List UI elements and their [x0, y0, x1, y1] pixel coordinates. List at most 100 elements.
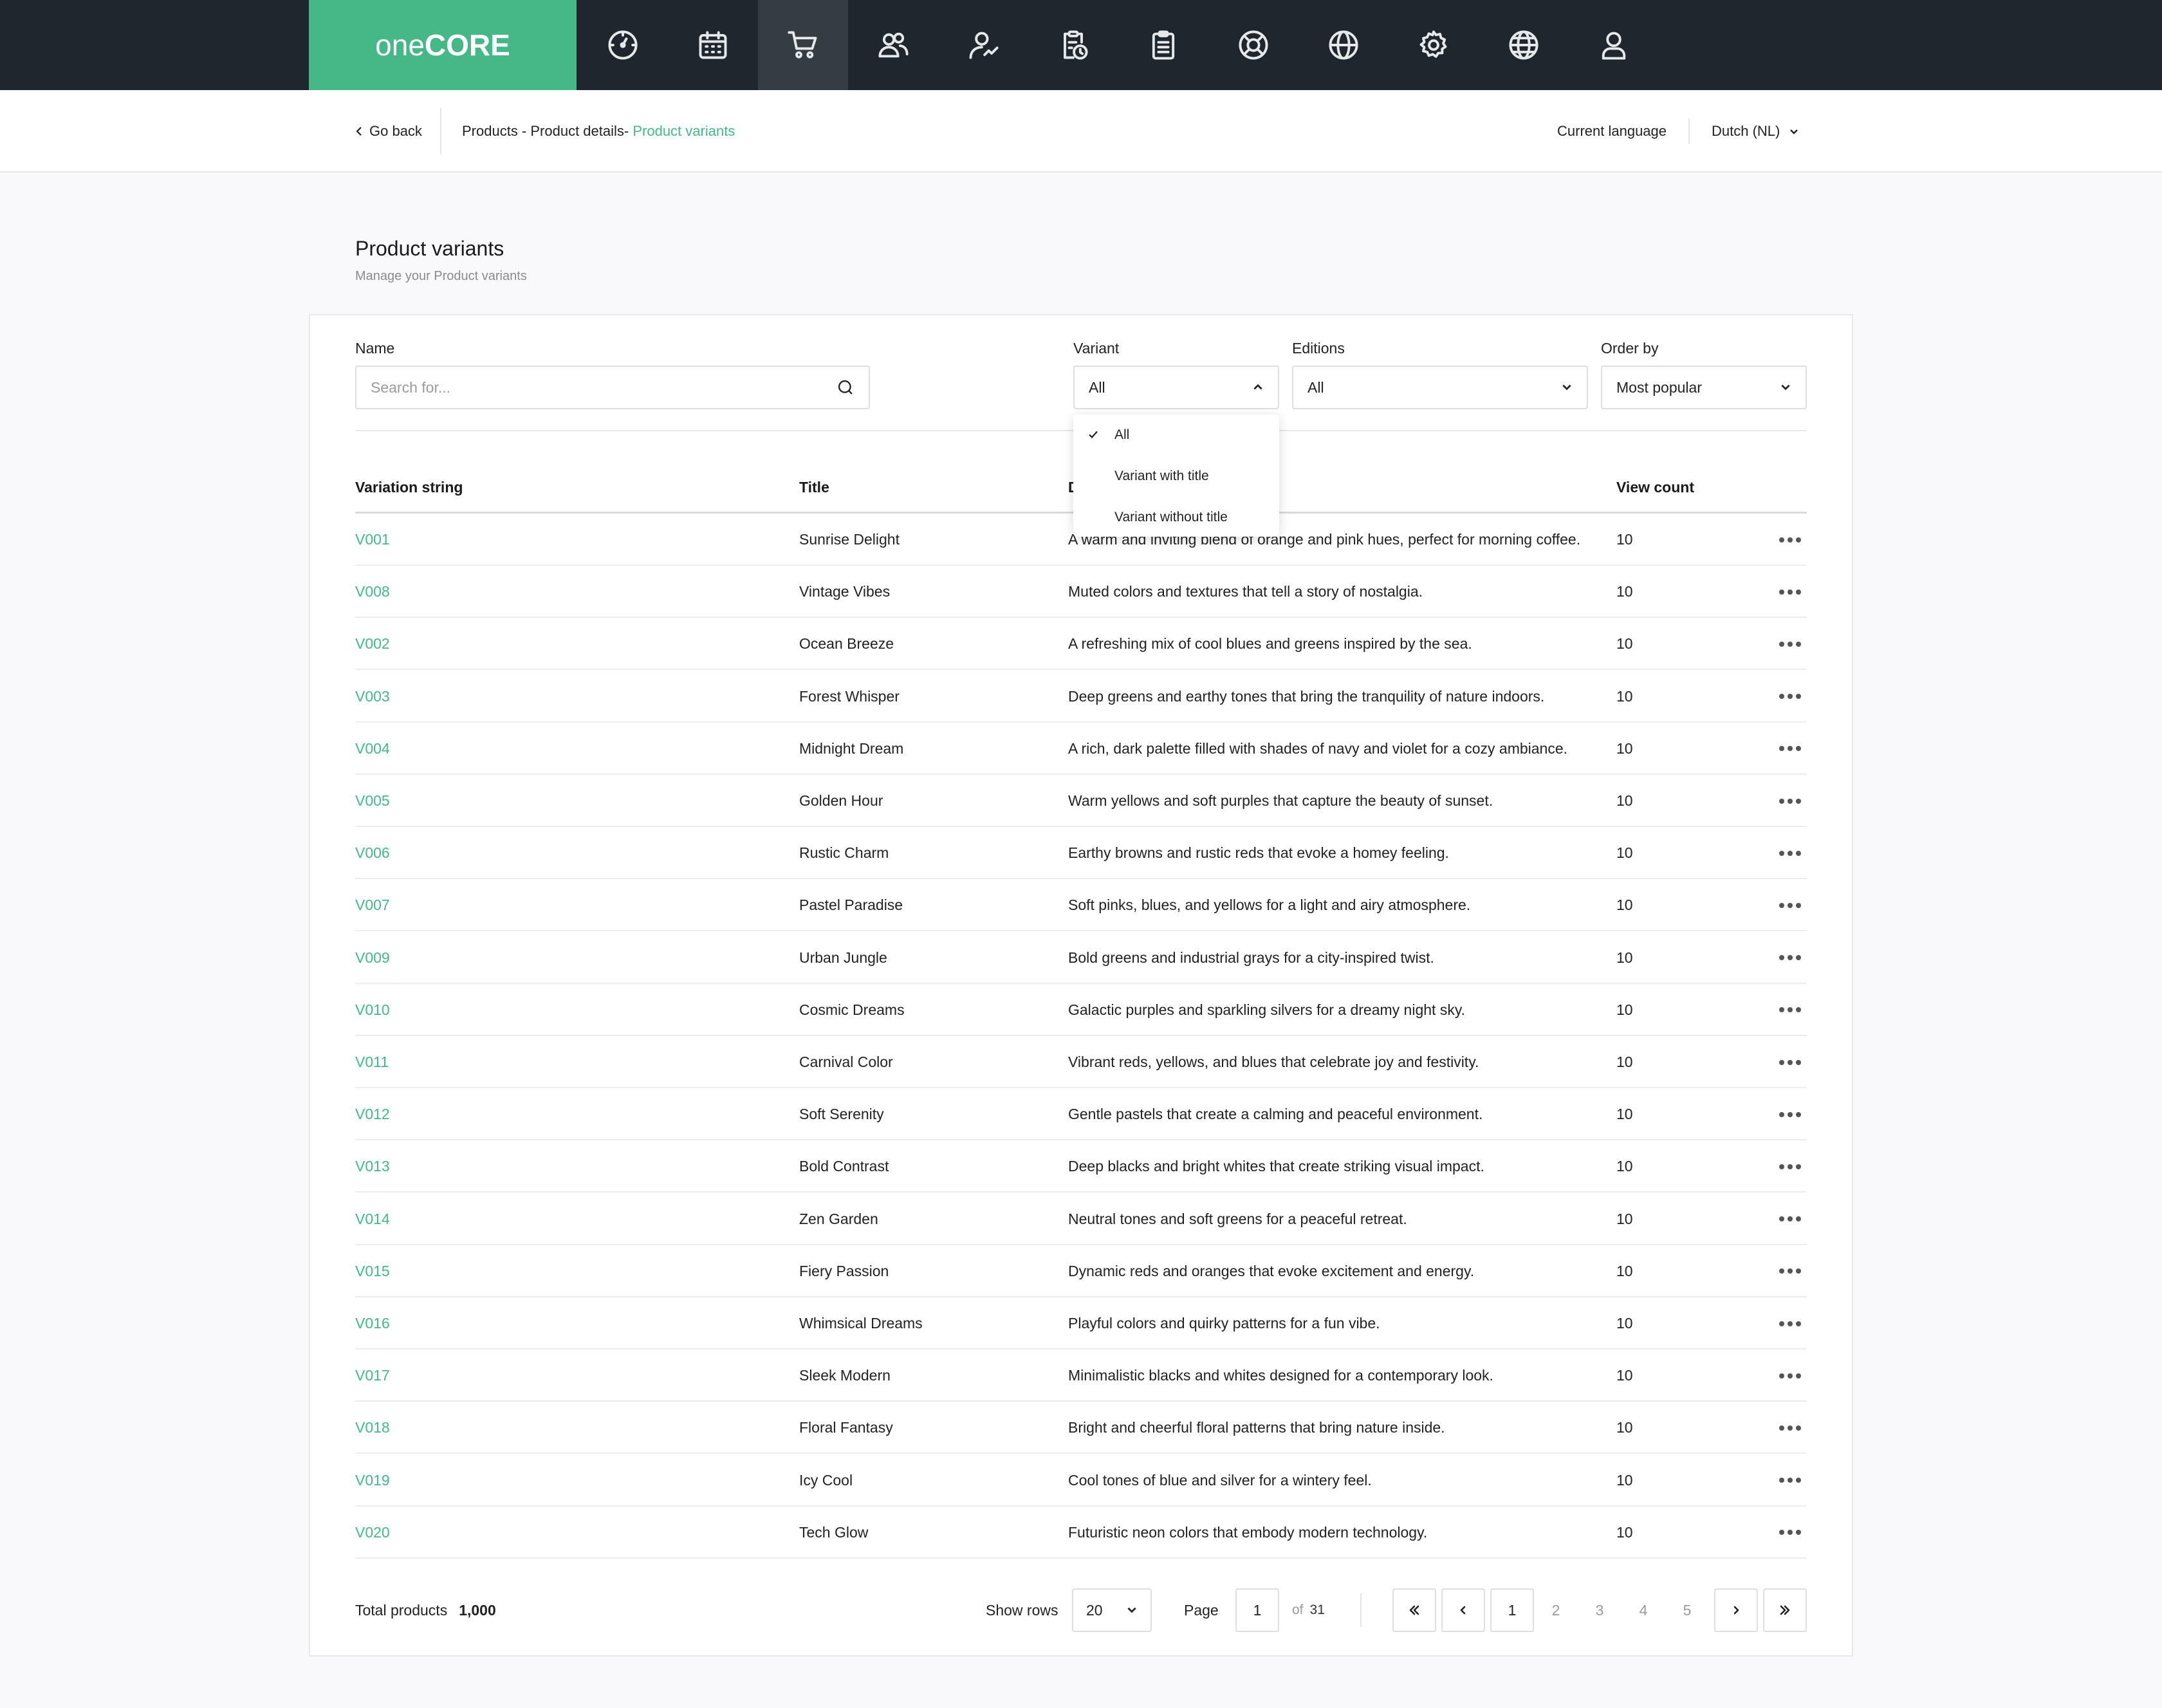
table-row[interactable]: V015 Fiery Passion Dynamic reds and orange…	[355, 1245, 1807, 1297]
variation-string-link[interactable]: V020	[355, 1507, 390, 1559]
table-row[interactable]: V020 Tech Glow Futuristic neon colors that…	[355, 1507, 1807, 1559]
row-description: Warm yellows and soft purples that captu…	[1068, 792, 1493, 809]
row-actions-button[interactable]	[1779, 671, 1802, 723]
nav-planning[interactable]	[1028, 0, 1118, 90]
row-actions-button[interactable]	[1779, 1297, 1802, 1350]
row-actions-button[interactable]	[1779, 1350, 1802, 1402]
page-button-current[interactable]: 1	[1490, 1588, 1534, 1632]
nav-dashboard[interactable]	[578, 0, 668, 90]
variation-string-link[interactable]: V010	[355, 984, 390, 1036]
name-search-field[interactable]: Search for...	[355, 366, 870, 409]
variant-option-without-title[interactable]: Variant without title	[1073, 497, 1279, 538]
next-page-button[interactable]	[1714, 1588, 1758, 1632]
table-row[interactable]: V003 Forest Whisper Deep greens and earthy…	[355, 671, 1807, 723]
page-button[interactable]: 4	[1631, 1588, 1656, 1632]
table-row[interactable]: V004 Midnight Dream A rich, dark palette f…	[355, 723, 1807, 775]
orderby-select[interactable]: Most popular	[1601, 366, 1807, 409]
variant-select[interactable]: All	[1073, 366, 1279, 409]
page-button[interactable]: 2	[1543, 1588, 1569, 1632]
go-back-link[interactable]: Go back	[355, 90, 422, 172]
nav-regions[interactable]	[1479, 0, 1569, 90]
rows-per-page-select[interactable]: 20	[1072, 1588, 1152, 1632]
row-actions-button[interactable]	[1779, 932, 1802, 984]
variation-string-link[interactable]: V009	[355, 932, 390, 984]
table-row[interactable]: V002 Ocean Breeze A refreshing mix of cool…	[355, 618, 1807, 671]
variation-string-link[interactable]: V012	[355, 1088, 390, 1140]
variation-string-link[interactable]: V003	[355, 671, 390, 723]
row-actions-button[interactable]	[1779, 723, 1802, 775]
row-actions-button[interactable]	[1779, 1088, 1802, 1140]
first-page-button[interactable]	[1392, 1588, 1436, 1632]
variation-string-link[interactable]: V018	[355, 1402, 390, 1454]
variation-string-link[interactable]: V001	[355, 514, 390, 566]
nav-users[interactable]	[848, 0, 938, 90]
column-view-count[interactable]: View count	[1616, 478, 1694, 497]
table-row[interactable]: V019 Icy Cool Cool tones of blue and silve…	[355, 1454, 1807, 1507]
nav-calendar[interactable]	[668, 0, 758, 90]
search-input[interactable]: Search for...	[371, 379, 450, 396]
variant-option-all[interactable]: All	[1073, 414, 1279, 456]
row-actions-button[interactable]	[1779, 775, 1802, 827]
breadcrumb-product-details[interactable]: Product details-	[530, 123, 633, 140]
row-actions-button[interactable]	[1779, 1193, 1802, 1245]
search-icon[interactable]	[836, 378, 855, 396]
variation-string-link[interactable]: V016	[355, 1297, 390, 1350]
logo[interactable]: one CORE	[309, 0, 577, 90]
prev-page-button[interactable]	[1441, 1588, 1485, 1632]
last-page-button[interactable]	[1763, 1588, 1807, 1632]
table-row[interactable]: V016 Whimsical Dreams Playful colors and q…	[355, 1297, 1807, 1350]
nav-settings[interactable]	[1389, 0, 1479, 90]
table-row[interactable]: V005 Golden Hour Warm yellows and soft pur…	[355, 775, 1807, 827]
row-actions-button[interactable]	[1779, 879, 1802, 931]
page-button[interactable]: 5	[1674, 1588, 1700, 1632]
row-actions-button[interactable]	[1779, 827, 1802, 879]
variation-string-link[interactable]: V004	[355, 723, 390, 775]
variation-string-link[interactable]: V014	[355, 1193, 390, 1245]
table-row[interactable]: V018 Floral Fantasy Bright and cheerful fl…	[355, 1402, 1807, 1454]
row-actions-button[interactable]	[1779, 566, 1802, 618]
page-button[interactable]: 3	[1587, 1588, 1612, 1632]
variation-string-link[interactable]: V005	[355, 775, 390, 827]
nav-user-stats[interactable]	[938, 0, 1028, 90]
table-row[interactable]: V011 Carnival Color Vibrant reds, yellows,…	[355, 1036, 1807, 1088]
variation-string-link[interactable]: V015	[355, 1245, 390, 1297]
table-row[interactable]: V010 Cosmic Dreams Galactic purples and sp…	[355, 984, 1807, 1036]
nav-tasks[interactable]	[1118, 0, 1208, 90]
variation-string-link[interactable]: V002	[355, 618, 390, 670]
row-actions-button[interactable]	[1779, 1140, 1802, 1193]
row-actions-button[interactable]	[1779, 514, 1802, 566]
row-actions-button[interactable]	[1779, 618, 1802, 670]
table-row[interactable]: V014 Zen Garden Neutral tones and soft gre…	[355, 1193, 1807, 1245]
row-actions-button[interactable]	[1779, 1402, 1802, 1454]
nav-cart[interactable]	[758, 0, 848, 90]
table-row[interactable]: V013 Bold Contrast Deep blacks and bright …	[355, 1140, 1807, 1193]
variation-string-link[interactable]: V011	[355, 1036, 389, 1088]
variation-string-link[interactable]: V017	[355, 1350, 390, 1402]
editions-select[interactable]: All	[1292, 366, 1588, 409]
column-variation-string[interactable]: Variation string	[355, 478, 463, 497]
variation-string-link[interactable]: V008	[355, 566, 390, 618]
page-number-input[interactable]: 1	[1235, 1588, 1279, 1632]
row-actions-button[interactable]	[1779, 1036, 1802, 1088]
table-row[interactable]: V012 Soft Serenity Gentle pastels that cre…	[355, 1088, 1807, 1141]
table-row[interactable]: V009 Urban Jungle Bold greens and industri…	[355, 932, 1807, 984]
row-actions-button[interactable]	[1779, 1507, 1802, 1559]
table-row[interactable]: V017 Sleek Modern Minimalistic blacks and …	[355, 1350, 1807, 1402]
variation-string-link[interactable]: V019	[355, 1454, 390, 1507]
variation-string-link[interactable]: V006	[355, 827, 390, 879]
variation-string-link[interactable]: V013	[355, 1140, 390, 1193]
row-actions-button[interactable]	[1779, 1245, 1802, 1297]
table-row[interactable]: V008 Vintage Vibes Muted colors and textur…	[355, 566, 1807, 618]
variant-option-with-title[interactable]: Variant with title	[1073, 456, 1279, 497]
language-select[interactable]: Dutch (NL)	[1712, 90, 1799, 172]
row-actions-button[interactable]	[1779, 984, 1802, 1036]
breadcrumb-products[interactable]: Products -	[462, 123, 530, 140]
row-actions-button[interactable]	[1779, 1454, 1802, 1507]
table-row[interactable]: V007 Pastel Paradise Soft pinks, blues, an…	[355, 879, 1807, 932]
variation-string-link[interactable]: V007	[355, 879, 390, 931]
nav-globe[interactable]	[1298, 0, 1389, 90]
table-row[interactable]: V006 Rustic Charm Earthy browns and rustic…	[355, 827, 1807, 880]
nav-profile[interactable]	[1569, 0, 1659, 90]
nav-support[interactable]	[1208, 0, 1298, 90]
column-title[interactable]: Title	[799, 478, 829, 497]
